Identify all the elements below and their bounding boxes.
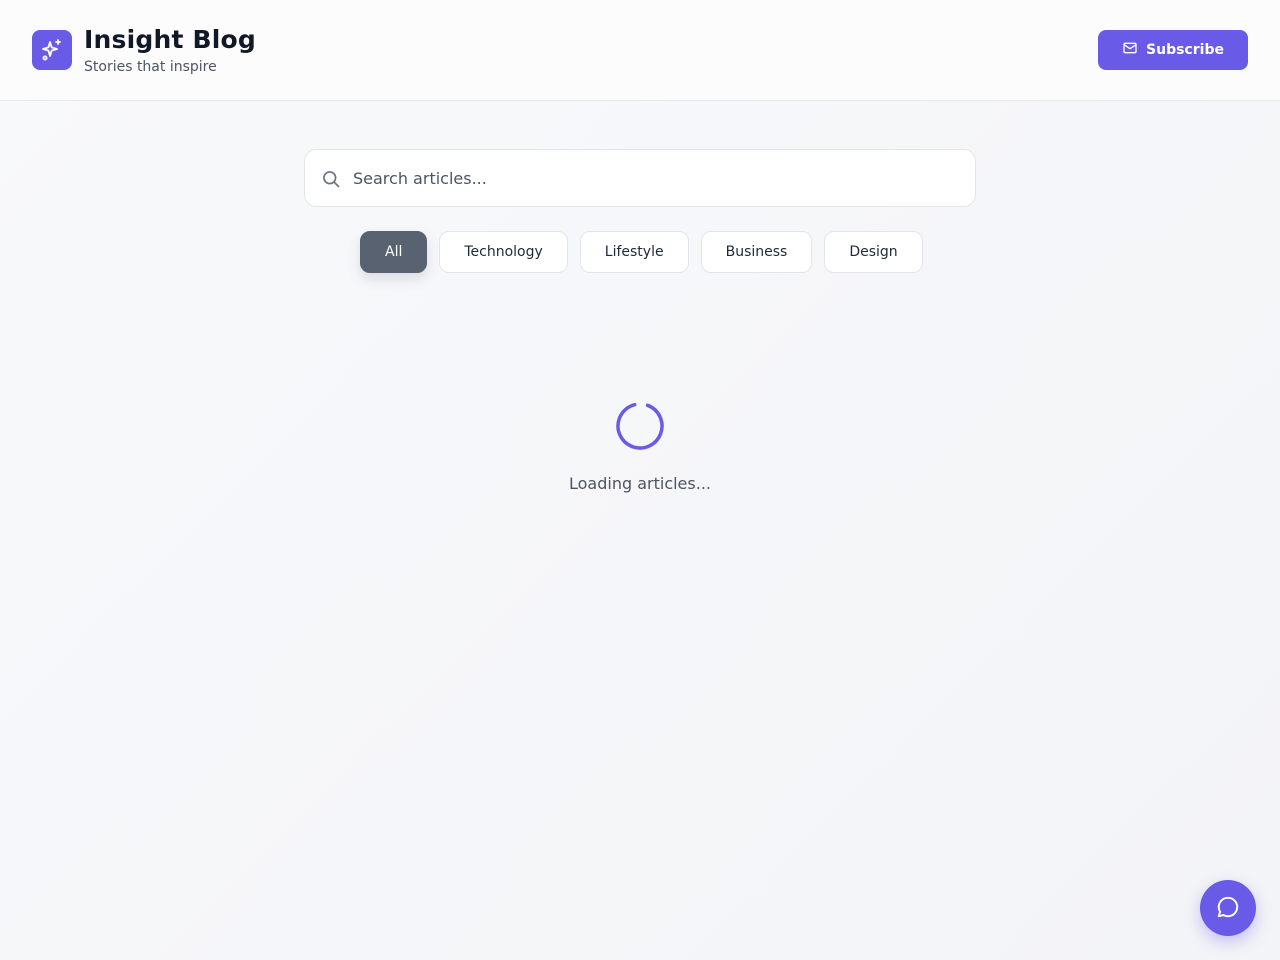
chat-bubble-icon bbox=[1215, 894, 1241, 923]
chat-button[interactable] bbox=[1200, 880, 1256, 936]
filter-technology[interactable]: Technology bbox=[439, 231, 568, 273]
loading-spinner bbox=[615, 401, 665, 451]
filter-all[interactable]: All bbox=[360, 231, 428, 273]
site-title: Insight Blog bbox=[84, 25, 256, 54]
subscribe-button[interactable]: Subscribe bbox=[1098, 30, 1248, 70]
filter-design[interactable]: Design bbox=[824, 231, 923, 273]
loading-text: Loading articles... bbox=[569, 474, 711, 493]
search-box bbox=[304, 149, 976, 207]
brand[interactable]: Insight Blog Stories that inspire bbox=[32, 25, 256, 76]
filter-lifestyle[interactable]: Lifestyle bbox=[579, 231, 689, 273]
site-tagline: Stories that inspire bbox=[84, 59, 217, 75]
search-icon bbox=[321, 169, 341, 193]
category-filters: All Technology Lifestyle Business Design bbox=[360, 231, 923, 273]
subscribe-label: Subscribe bbox=[1146, 42, 1224, 58]
sparkles-icon bbox=[32, 30, 72, 70]
filter-business[interactable]: Business bbox=[700, 231, 813, 273]
search-input[interactable] bbox=[353, 158, 953, 198]
mail-icon bbox=[1122, 40, 1138, 60]
site-header: Insight Blog Stories that inspire Subscr… bbox=[0, 0, 1280, 101]
